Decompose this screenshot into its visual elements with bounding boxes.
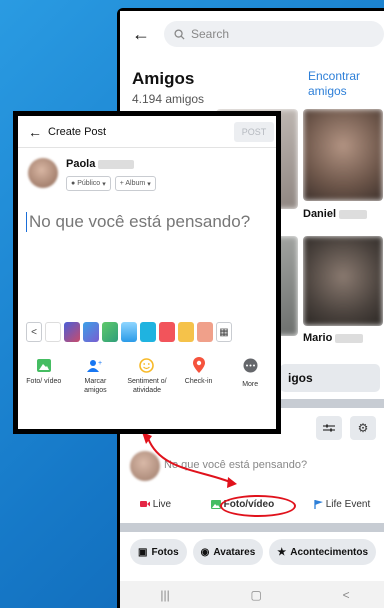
post-prompt[interactable]: No que você está pensando? (164, 459, 307, 471)
background-picker: < ▦ (26, 322, 232, 342)
avatar[interactable] (130, 451, 160, 481)
back-arrow-icon[interactable]: ← (28, 124, 48, 140)
tag-friends-icon: + (86, 356, 104, 374)
avatar (28, 158, 58, 188)
background-swatch[interactable] (64, 322, 80, 342)
location-pin-icon (190, 356, 208, 374)
chevron-left-icon[interactable]: < (26, 322, 42, 342)
recent-apps-icon[interactable]: ||| (160, 588, 169, 602)
audience-pills: ● Público ▾ + Album ▾ (66, 176, 156, 191)
background-swatch[interactable] (102, 322, 118, 342)
chip-photos[interactable]: ▣ Fotos (130, 539, 187, 565)
grid-icon[interactable]: ▦ (216, 322, 232, 342)
friend-name[interactable]: Daniel (303, 208, 368, 220)
chip-life-events[interactable]: ★ Acontecimentos (269, 539, 377, 565)
friends-title: Amigos (132, 69, 195, 88)
chip-avatars[interactable]: ◉ Avatares (192, 539, 264, 565)
background-swatch[interactable] (121, 322, 137, 342)
album-selector[interactable]: + Album ▾ (114, 176, 156, 191)
post-text-input[interactable]: No que você está pensando? (26, 212, 250, 232)
chevron-down-icon: ▾ (147, 180, 151, 188)
filter-chips: ▣ Fotos ◉ Avatares ★ Acontecimentos (130, 539, 377, 565)
smiley-icon (138, 356, 156, 374)
friends-header: Amigos 4.194 amigos (132, 69, 204, 106)
option-feeling-activity[interactable]: Sentiment o/ atividade (124, 356, 170, 395)
globe-icon: ● (71, 180, 76, 187)
home-icon[interactable]: ▢ (250, 588, 261, 602)
back-arrow-icon[interactable]: ← (132, 24, 156, 45)
photo-icon (210, 499, 221, 509)
friend-photo[interactable] (303, 109, 383, 201)
star-icon: ★ (277, 546, 287, 558)
create-post-title: Create Post (48, 125, 107, 138)
sliders-icon (323, 424, 335, 432)
avatar-icon: ◉ (200, 546, 210, 558)
background-swatch[interactable] (197, 322, 213, 342)
option-photo-video[interactable]: Foto/ vídeo (21, 356, 67, 395)
post-button[interactable]: POST (234, 122, 274, 142)
chevron-down-icon: ▾ (102, 180, 106, 188)
filter-settings-button[interactable] (316, 416, 342, 440)
top-bar: ← Search (120, 11, 384, 57)
svg-text:+: + (98, 360, 102, 367)
background-swatch[interactable] (178, 322, 194, 342)
post-options: Foto/ vídeo + Marcar amigos Sentiment o/… (18, 356, 276, 395)
friend-photo[interactable] (303, 236, 383, 326)
background-swatch[interactable] (83, 322, 99, 342)
option-tag-friends[interactable]: + Marcar amigos (72, 356, 118, 395)
highlight-ellipse (220, 495, 296, 517)
photo-icon (35, 356, 53, 374)
user-name: Paola (66, 158, 135, 170)
photo-icon: ▣ (138, 546, 148, 558)
gear-icon: ⚙ (357, 421, 369, 435)
divider (120, 523, 384, 532)
gear-button[interactable]: ⚙ (350, 416, 376, 440)
life-event-button[interactable]: Life Event (314, 499, 370, 510)
search-input[interactable]: Search (164, 21, 384, 47)
friends-count: 4.194 amigos (132, 92, 205, 106)
system-nav-bar: ||| ▢ < (120, 581, 384, 608)
back-icon[interactable]: < (343, 588, 350, 602)
live-video-icon (139, 501, 150, 507)
option-check-in[interactable]: Check-in (176, 356, 222, 395)
live-button[interactable]: Live (139, 499, 171, 510)
find-friends-link[interactable]: Encontrar amigos (308, 69, 378, 99)
friend-name[interactable]: Mario (303, 332, 364, 344)
flag-icon (314, 499, 323, 509)
search-icon (174, 28, 185, 40)
search-placeholder: Search (191, 27, 230, 41)
option-more[interactable]: More (227, 356, 273, 395)
background-swatch[interactable] (45, 322, 61, 342)
background-swatch[interactable] (140, 322, 156, 342)
create-post-dialog: ← Create Post POST Paola ● Público ▾ + A… (13, 111, 281, 434)
audience-selector[interactable]: ● Público ▾ (66, 176, 111, 191)
more-icon (241, 356, 259, 374)
background-swatch[interactable] (159, 322, 175, 342)
see-all-friends-button[interactable]: igos (280, 364, 380, 392)
